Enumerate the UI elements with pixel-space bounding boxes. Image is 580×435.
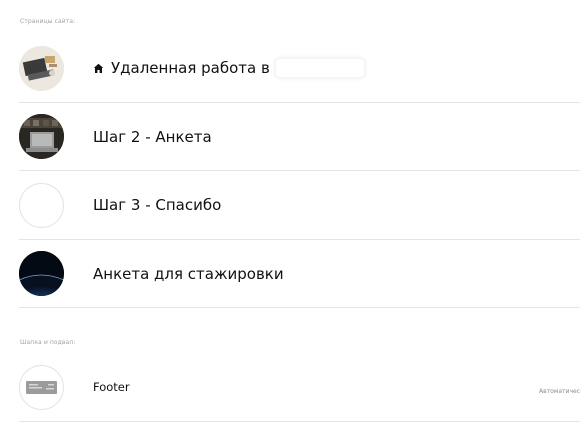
- page-row-internship[interactable]: Анкета для стажировки: [19, 240, 580, 308]
- page-title: Удаленная работа в: [111, 59, 270, 77]
- header-footer-section-label: Шапка и подвал:: [20, 339, 76, 346]
- earth-space-thumbnail: [19, 251, 64, 296]
- auto-badge: Автоматичес: [539, 388, 580, 395]
- redacted-text: [275, 59, 364, 77]
- page-title: Шаг 3 - Спасибо: [93, 196, 222, 214]
- home-icon: [93, 63, 104, 73]
- page-row-step2[interactable]: Шаг 2 - Анкета: [19, 103, 580, 171]
- page-title: Шаг 2 - Анкета: [93, 127, 212, 146]
- pages-section-label: Страницы сайта:: [20, 18, 76, 25]
- page-title: Анкета для стажировки: [93, 264, 284, 283]
- block-title: Footer: [93, 380, 130, 394]
- laptop-desk-thumbnail: [19, 45, 64, 91]
- page-row-step3[interactable]: Шаг 3 - Спасибо: [19, 171, 580, 240]
- empty-thumbnail: [19, 182, 64, 228]
- block-row-footer[interactable]: Footer: [19, 353, 580, 422]
- page-row-remote-work[interactable]: Удаленная работа в: [19, 34, 580, 103]
- footer-block-thumbnail: [19, 364, 64, 410]
- laptop-photo-thumbnail: [19, 114, 64, 159]
